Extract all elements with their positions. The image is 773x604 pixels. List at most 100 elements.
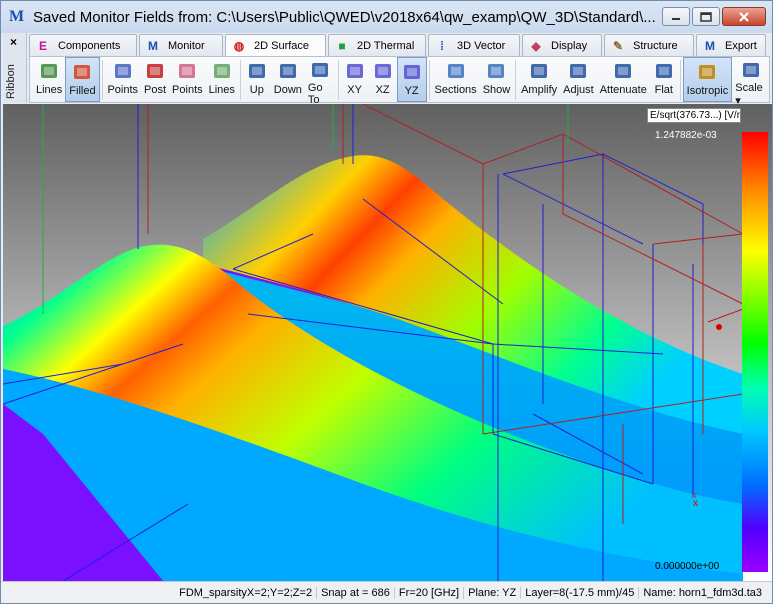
title-bar[interactable]: M Saved Monitor Fields from: C:\Users\Pu…	[1, 1, 772, 33]
plane-yz-icon	[401, 61, 423, 83]
ribbon-button-label: Attenuate	[599, 84, 647, 96]
show-icon	[485, 60, 507, 82]
points-cloud-icon	[176, 60, 198, 82]
tab-monitor[interactable]: M Monitor	[139, 34, 223, 56]
plane-xy-icon	[344, 60, 366, 82]
ribbon-button-post-3[interactable]: Post	[141, 57, 169, 102]
ribbon-separator	[239, 60, 241, 100]
maximize-icon	[700, 11, 712, 22]
mesh-filled-icon	[71, 61, 93, 83]
status-frequency: Fr=20 [GHz]	[393, 586, 463, 599]
ribbon-button-xy-9[interactable]: XY	[341, 57, 369, 102]
ribbon-button-isotropic-18[interactable]: Isotropic	[682, 57, 733, 102]
layer-up-icon	[246, 60, 268, 82]
window-controls	[662, 7, 766, 26]
ribbon-button-label: Amplify	[521, 84, 558, 96]
ribbon-button-label: Points	[172, 84, 203, 96]
colorbar-min-value: 0.000000e+00	[655, 561, 720, 572]
ribbon-button-label: XY	[347, 84, 362, 96]
tab-label: Components	[58, 39, 121, 52]
ribbon-button-go-to-8[interactable]: Go To	[305, 57, 336, 106]
layer-down-icon	[277, 60, 299, 82]
tab-icon: ◆	[531, 38, 541, 53]
ribbon-sidebar-label[interactable]: Ribbon	[5, 64, 17, 99]
ribbon-button-yz-11[interactable]: YZ	[396, 57, 427, 102]
ribbon-button-label: Lines	[36, 84, 63, 96]
window-title: Saved Monitor Fields from: C:\Users\Publ…	[33, 8, 656, 26]
ribbon-button-label: Filled	[69, 85, 96, 97]
tab-icon: M	[705, 38, 715, 53]
ribbon-button-down-7[interactable]: Down	[271, 57, 305, 102]
ribbon-button-sections-12[interactable]: Sections	[431, 57, 479, 102]
ribbon-button-label: Go To	[307, 82, 323, 106]
tab-components[interactable]: E Components	[29, 34, 137, 56]
ribbon-button-label: Up	[249, 84, 264, 96]
attenuate-icon	[612, 60, 634, 82]
status-layer: Layer=8(-17.5 mm)/45	[520, 586, 638, 599]
mesh-lines-icon	[38, 60, 60, 82]
app-window: M Saved Monitor Fields from: C:\Users\Pu…	[0, 0, 773, 604]
3d-field-viewport[interactable]: x × E/sqrt(376.73...) [V/mm] 1.247882e-0…	[3, 104, 772, 581]
ribbon-button-points-2[interactable]: Points	[104, 57, 141, 102]
status-bar: FDM_sparsityX=2;Y=2;Z=2 Snap at = 686 Fr…	[1, 581, 772, 603]
colorbar-gradient	[742, 132, 768, 572]
tab-export[interactable]: M Export	[696, 34, 766, 56]
ribbon-button-label: Isotropic	[686, 85, 729, 97]
ribbon-button-lines-5[interactable]: Lines	[206, 57, 238, 102]
axis-x-marker-2: ×	[691, 491, 697, 502]
ribbon-separator	[337, 60, 339, 100]
ribbon-button-points-4[interactable]: Points	[169, 57, 206, 102]
tab-label: 2D Surface	[254, 40, 310, 52]
colorbar-title: E/sqrt(376.73...) [V/mm]	[647, 108, 741, 123]
tab-label: Export	[725, 39, 757, 52]
ribbon-close-button[interactable]: ×	[10, 35, 17, 49]
ribbon-button-attenuate-16[interactable]: Attenuate	[597, 57, 650, 102]
ribbon-button-label: Post	[144, 84, 167, 96]
plane-xz-icon	[372, 60, 394, 82]
tab-label: 3D Vector	[457, 39, 506, 52]
adjust-icon	[567, 60, 589, 82]
tab-icon: ✎	[612, 38, 624, 53]
ribbon-button-up-6[interactable]: Up	[243, 57, 271, 102]
ribbon-separator	[101, 60, 103, 100]
maximize-button[interactable]	[692, 7, 720, 26]
tab-structure[interactable]: ✎ Structure	[604, 34, 694, 56]
ribbon-button-scale-19[interactable]: Scale ▾	[732, 57, 769, 107]
tab-display[interactable]: ◆ Display	[522, 34, 602, 56]
ribbon-button-label: Flat	[654, 84, 673, 96]
ribbon-separator	[428, 60, 430, 100]
points-icon	[112, 60, 134, 82]
ribbon-tabs: E Components M Monitor ◍ 2D Surface ■ 2D Therma…	[29, 34, 768, 57]
minimize-button[interactable]	[662, 7, 690, 26]
surface-plot: x ×	[3, 104, 772, 581]
tab-3d-vector[interactable]: ⁞ 3D Vector	[428, 34, 520, 56]
ribbon-button-show-13[interactable]: Show	[480, 57, 514, 102]
contour-lines-icon	[211, 60, 233, 82]
ribbon-button-label: Show	[482, 84, 511, 96]
ribbon-button-xz-10[interactable]: XZ	[369, 57, 397, 102]
status-file-name: Name: horn1_fdm3d.ta3	[638, 586, 766, 599]
ribbon-button-amplify-14[interactable]: Amplify	[518, 57, 560, 102]
ribbon-sidebar: × Ribbon	[3, 33, 27, 103]
tab-icon: ◍	[233, 39, 245, 53]
status-sparsity: FDM_sparsityX=2;Y=2;Z=2	[179, 586, 313, 599]
tab-label: Display	[551, 39, 588, 52]
ribbon-button-lines-0[interactable]: Lines	[33, 57, 65, 102]
ribbon-button-label: YZ	[404, 85, 419, 97]
ribbon-button-adjust-15[interactable]: Adjust	[560, 57, 597, 102]
axis-origin-marker	[716, 324, 722, 330]
tab-2d-thermal[interactable]: ■ 2D Thermal	[328, 34, 426, 56]
ribbon-button-label: Down	[273, 84, 302, 96]
ribbon-button-label: Sections	[434, 84, 477, 96]
scale-icon	[740, 60, 762, 80]
tab-icon: ⁞	[440, 38, 444, 53]
tab-2d-surface[interactable]: ◍ 2D Surface	[225, 34, 326, 57]
ribbon-button-label: Adjust	[563, 84, 594, 96]
ribbon-button-filled-1[interactable]: Filled	[65, 57, 100, 102]
colorbar-max-value: 1.247882e-03	[655, 130, 717, 141]
ribbon-button-flat-17[interactable]: Flat	[650, 57, 678, 102]
ribbon-separator	[679, 60, 681, 100]
tab-icon: ■	[338, 38, 346, 53]
close-button[interactable]	[722, 7, 766, 26]
amplify-icon	[528, 60, 550, 82]
